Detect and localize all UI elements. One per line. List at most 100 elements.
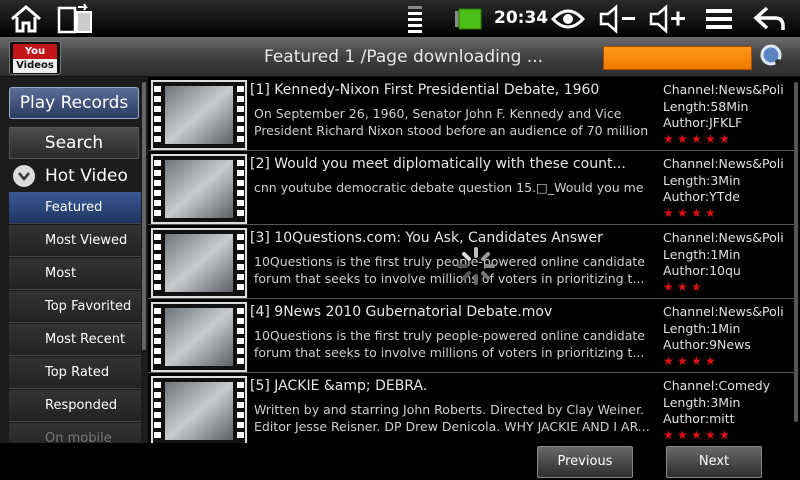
video-row[interactable]: [4] 9News 2010 Gubernatorial Debate.mov 1… xyxy=(148,299,794,373)
star-icon: ★ xyxy=(691,280,702,294)
magnifier-icon xyxy=(760,44,790,74)
video-meta: Channel:News&Poli Length:1Min Author:9News xyxy=(663,304,793,354)
video-length: Length:3Min xyxy=(663,172,741,188)
video-channel: Channel:News&Poli xyxy=(663,156,784,171)
video-meta: Channel:News&Poli Length:58Min Author:JFKL… xyxy=(663,82,793,132)
video-author: Author:10qu xyxy=(663,263,741,278)
star-icon: ★ xyxy=(677,206,688,220)
chevron-down-icon xyxy=(13,165,35,187)
star-icon: ★ xyxy=(677,428,688,442)
youtube-videos-logo: You Tube Videos xyxy=(9,41,61,75)
status-bar: 20:34 xyxy=(0,0,800,37)
page-title: Featured 1 /Page downloading ... xyxy=(264,47,544,67)
video-title: [1] Kennedy-Nixon First Presidential Deb… xyxy=(250,82,600,98)
sidebar-item-responded[interactable]: Responded xyxy=(9,390,141,422)
star-icon: ★ xyxy=(677,354,688,368)
hot-video-label: Hot Video xyxy=(45,166,128,186)
battery-icon xyxy=(452,0,484,37)
star-icon: ★ xyxy=(677,132,688,146)
video-description: Written by and starring John Roberts. Di… xyxy=(254,402,650,434)
logo-line2: Videos xyxy=(13,59,57,73)
sidebar-item-top-favorited[interactable]: Top Favorited xyxy=(9,291,141,323)
video-description: On September 26, 1960, Senator John F. K… xyxy=(254,106,649,141)
star-icon: ★ xyxy=(691,132,702,146)
hot-video-toggle[interactable]: Hot Video xyxy=(9,161,139,191)
film-thumbnail-icon xyxy=(150,228,248,298)
video-description: 10Questions is the first truly people-po… xyxy=(254,328,645,360)
search-button[interactable] xyxy=(757,42,791,74)
list-scrollbar[interactable] xyxy=(794,82,798,422)
sidebar-item-top-rated[interactable]: Top Rated xyxy=(9,357,141,389)
volume-down-icon[interactable] xyxy=(598,0,638,37)
star-icon: ★ xyxy=(705,132,716,146)
star-icon: ★ xyxy=(677,280,688,294)
star-icon: ★ xyxy=(663,132,674,146)
star-icon: ★ xyxy=(719,428,730,442)
eye-icon[interactable] xyxy=(550,0,586,37)
star-icon: ★ xyxy=(719,132,730,146)
video-author: Author:9News xyxy=(663,337,751,352)
video-length: Length:1Min xyxy=(663,246,741,262)
clock: 20:34 xyxy=(494,8,549,28)
star-icon: ★ xyxy=(705,206,716,220)
star-icon: ★ xyxy=(705,428,716,442)
next-button[interactable]: Next xyxy=(666,446,762,478)
video-title: [5] JACKIE &amp; DEBRA. xyxy=(250,378,428,394)
loading-spinner-icon xyxy=(456,246,496,286)
logo-line1: You Tube xyxy=(13,44,57,72)
star-icon: ★ xyxy=(691,206,702,220)
video-title: [4] 9News 2010 Gubernatorial Debate.mov xyxy=(250,304,553,320)
previous-button[interactable]: Previous xyxy=(537,446,633,478)
rating-stars: ★ ★ ★ ★ ★ xyxy=(663,429,733,441)
film-thumbnail-icon xyxy=(150,154,248,224)
video-meta: Channel:News&Poli Length:1Min Author:10qu xyxy=(663,230,793,280)
play-records-button[interactable]: Play Records xyxy=(9,87,139,119)
search-input[interactable] xyxy=(603,46,752,70)
star-icon: ★ xyxy=(691,354,702,368)
rating-stars: ★ ★ ★ ★ ★ xyxy=(663,133,733,145)
video-author: Author:JFKLF xyxy=(663,115,743,130)
sidebar-scrollbar[interactable] xyxy=(142,82,146,350)
video-channel: Channel:News&Poli xyxy=(663,230,784,245)
star-icon: ★ xyxy=(663,428,674,442)
sidebar-item-featured[interactable]: Featured xyxy=(9,192,141,224)
film-thumbnail-icon xyxy=(150,302,248,372)
wifi-icon xyxy=(402,0,428,37)
video-description: cnn youtube democratic debate question 1… xyxy=(254,180,644,195)
video-length: Length:58Min xyxy=(663,98,749,114)
video-length: Length:3Min xyxy=(663,394,741,410)
star-icon: ★ xyxy=(663,354,674,368)
window-switch-icon[interactable] xyxy=(56,0,96,37)
search-category-button[interactable]: Search xyxy=(9,127,139,159)
film-thumbnail-icon xyxy=(150,376,248,443)
video-meta: Channel:News&Poli Length:3Min Author:YTde xyxy=(663,156,793,206)
video-description: 10Questions is the first truly people-po… xyxy=(254,254,645,286)
video-row[interactable]: [5] JACKIE &amp; DEBRA. Written by and st… xyxy=(148,373,794,443)
film-thumbnail-icon xyxy=(150,80,248,150)
sidebar-item-most-discussed[interactable]: Most Discussed xyxy=(9,258,141,313)
video-title: [3] 10Questions.com: You Ask, Candidates… xyxy=(250,230,603,246)
video-meta: Channel:Comedy Length:3Min Author:mitt xyxy=(663,378,793,428)
back-icon[interactable] xyxy=(752,0,788,37)
star-icon: ★ xyxy=(691,428,702,442)
star-icon: ★ xyxy=(663,206,674,220)
video-row[interactable]: [2] Would you meet diplomatically with t… xyxy=(148,151,794,225)
video-channel: Channel:News&Poli xyxy=(663,82,784,97)
video-author: Author:YTde xyxy=(663,189,740,204)
rating-stars: ★ ★ ★ ★ xyxy=(663,207,719,219)
sidebar-item-most-recent[interactable]: Most Recent xyxy=(9,324,141,356)
menu-icon[interactable] xyxy=(702,0,736,37)
video-author: Author:mitt xyxy=(663,411,735,426)
video-length: Length:1Min xyxy=(663,320,741,336)
rating-stars: ★ ★ ★ ★ xyxy=(663,355,719,367)
star-icon: ★ xyxy=(705,354,716,368)
video-channel: Channel:Comedy xyxy=(663,378,771,393)
volume-up-icon[interactable] xyxy=(648,0,688,37)
video-title: [2] Would you meet diplomatically with t… xyxy=(250,156,626,172)
video-row[interactable]: [1] Kennedy-Nixon First Presidential Deb… xyxy=(148,77,794,151)
video-channel: Channel:News&Poli xyxy=(663,304,784,319)
sidebar-item-most-viewed[interactable]: Most Viewed xyxy=(9,225,141,257)
star-icon: ★ xyxy=(663,280,674,294)
rating-stars: ★ ★ ★ xyxy=(663,281,705,293)
home-icon[interactable] xyxy=(8,0,44,37)
